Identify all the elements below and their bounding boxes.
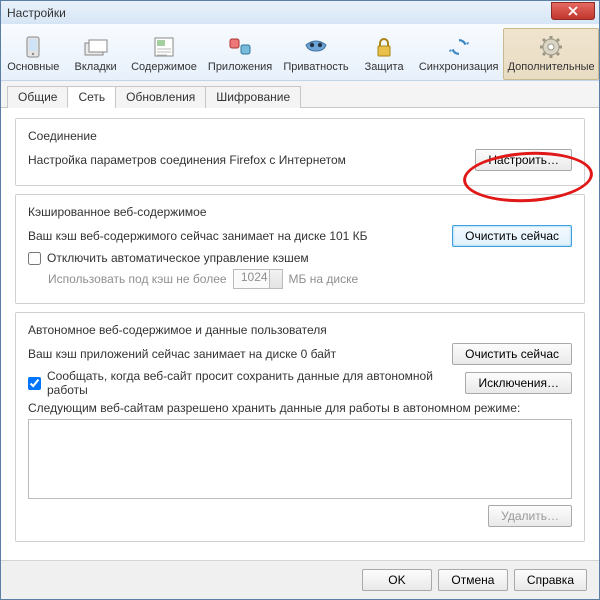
dialog-footer: OK Отмена Справка: [1, 560, 599, 599]
connection-description: Настройка параметров соединения Firefox …: [28, 153, 346, 167]
category-label: Приложения: [208, 61, 272, 73]
window-title: Настройки: [7, 6, 66, 20]
subtab-bar: Общие Сеть Обновления Шифрование: [1, 81, 599, 108]
subtab-updates[interactable]: Обновления: [115, 86, 206, 108]
category-privacy[interactable]: Приватность: [278, 28, 354, 80]
offline-clear-button[interactable]: Очистить сейчас: [452, 343, 572, 365]
offline-notify-checkbox[interactable]: Сообщать, когда веб-сайт просит сохранит…: [28, 369, 455, 397]
cache-override-input[interactable]: [28, 252, 41, 265]
category-content[interactable]: Содержимое: [126, 28, 203, 80]
category-security[interactable]: Защита: [354, 28, 414, 80]
cache-limit-prefix: Использовать под кэш не более: [48, 272, 227, 286]
category-label: Защита: [365, 61, 404, 73]
lock-icon: [370, 33, 398, 61]
offline-status: Ваш кэш приложений сейчас занимает на ди…: [28, 347, 336, 361]
category-label: Приватность: [283, 61, 348, 73]
help-button[interactable]: Справка: [514, 569, 587, 591]
offline-heading: Автономное веб-содержимое и данные польз…: [28, 323, 572, 337]
cache-override-checkbox[interactable]: Отключить автоматическое управление кэше…: [28, 251, 309, 265]
cache-limit-suffix: МБ на диске: [289, 272, 359, 286]
cache-status: Ваш кэш веб-содержимого сейчас занимает …: [28, 229, 368, 243]
offline-notify-label: Сообщать, когда веб-сайт просит сохранит…: [47, 369, 455, 397]
subtab-general[interactable]: Общие: [7, 86, 68, 108]
offline-allowed-label: Следующим веб-сайтам разрешено хранить д…: [28, 401, 572, 415]
category-general[interactable]: Основные: [1, 28, 66, 80]
sync-icon: [445, 33, 473, 61]
offline-group: Автономное веб-содержимое и данные польз…: [15, 312, 585, 542]
category-toolbar: Основные Вкладки Содержимое Приложения П…: [1, 24, 599, 81]
category-label: Синхронизация: [419, 61, 499, 73]
category-label: Содержимое: [131, 61, 197, 73]
offline-notify-input[interactable]: [28, 377, 41, 390]
cache-clear-button[interactable]: Очистить сейчас: [452, 225, 572, 247]
subtab-network[interactable]: Сеть: [67, 86, 116, 108]
offline-exceptions-button[interactable]: Исключения…: [465, 372, 572, 394]
category-tabs[interactable]: Вкладки: [66, 28, 126, 80]
privacy-icon: [302, 33, 330, 61]
cache-heading: Кэшированное веб-содержимое: [28, 205, 572, 219]
category-label: Вкладки: [75, 61, 117, 73]
connection-settings-button[interactable]: Настроить…: [475, 149, 572, 171]
cache-override-label: Отключить автоматическое управление кэше…: [47, 251, 309, 265]
cancel-button[interactable]: Отмена: [438, 569, 508, 591]
cache-group: Кэшированное веб-содержимое Ваш кэш веб-…: [15, 194, 585, 304]
category-label: Основные: [7, 61, 59, 73]
connection-group: Соединение Настройка параметров соединен…: [15, 118, 585, 186]
gear-icon: [537, 33, 565, 61]
cache-limit-input[interactable]: 1024: [233, 269, 283, 289]
offline-remove-button[interactable]: Удалить…: [488, 505, 572, 527]
close-icon: [568, 6, 578, 16]
applications-icon: [226, 33, 254, 61]
subtab-encryption[interactable]: Шифрование: [205, 86, 301, 108]
general-icon: [19, 33, 47, 61]
category-advanced[interactable]: Дополнительные: [503, 28, 599, 80]
tabs-icon: [82, 33, 110, 61]
category-sync[interactable]: Синхронизация: [414, 28, 503, 80]
category-label: Дополнительные: [508, 61, 595, 73]
category-applications[interactable]: Приложения: [202, 28, 277, 80]
close-button[interactable]: [551, 2, 595, 20]
connection-heading: Соединение: [28, 129, 572, 143]
content-icon: [150, 33, 178, 61]
offline-sites-listbox[interactable]: [28, 419, 572, 499]
ok-button[interactable]: OK: [362, 569, 432, 591]
